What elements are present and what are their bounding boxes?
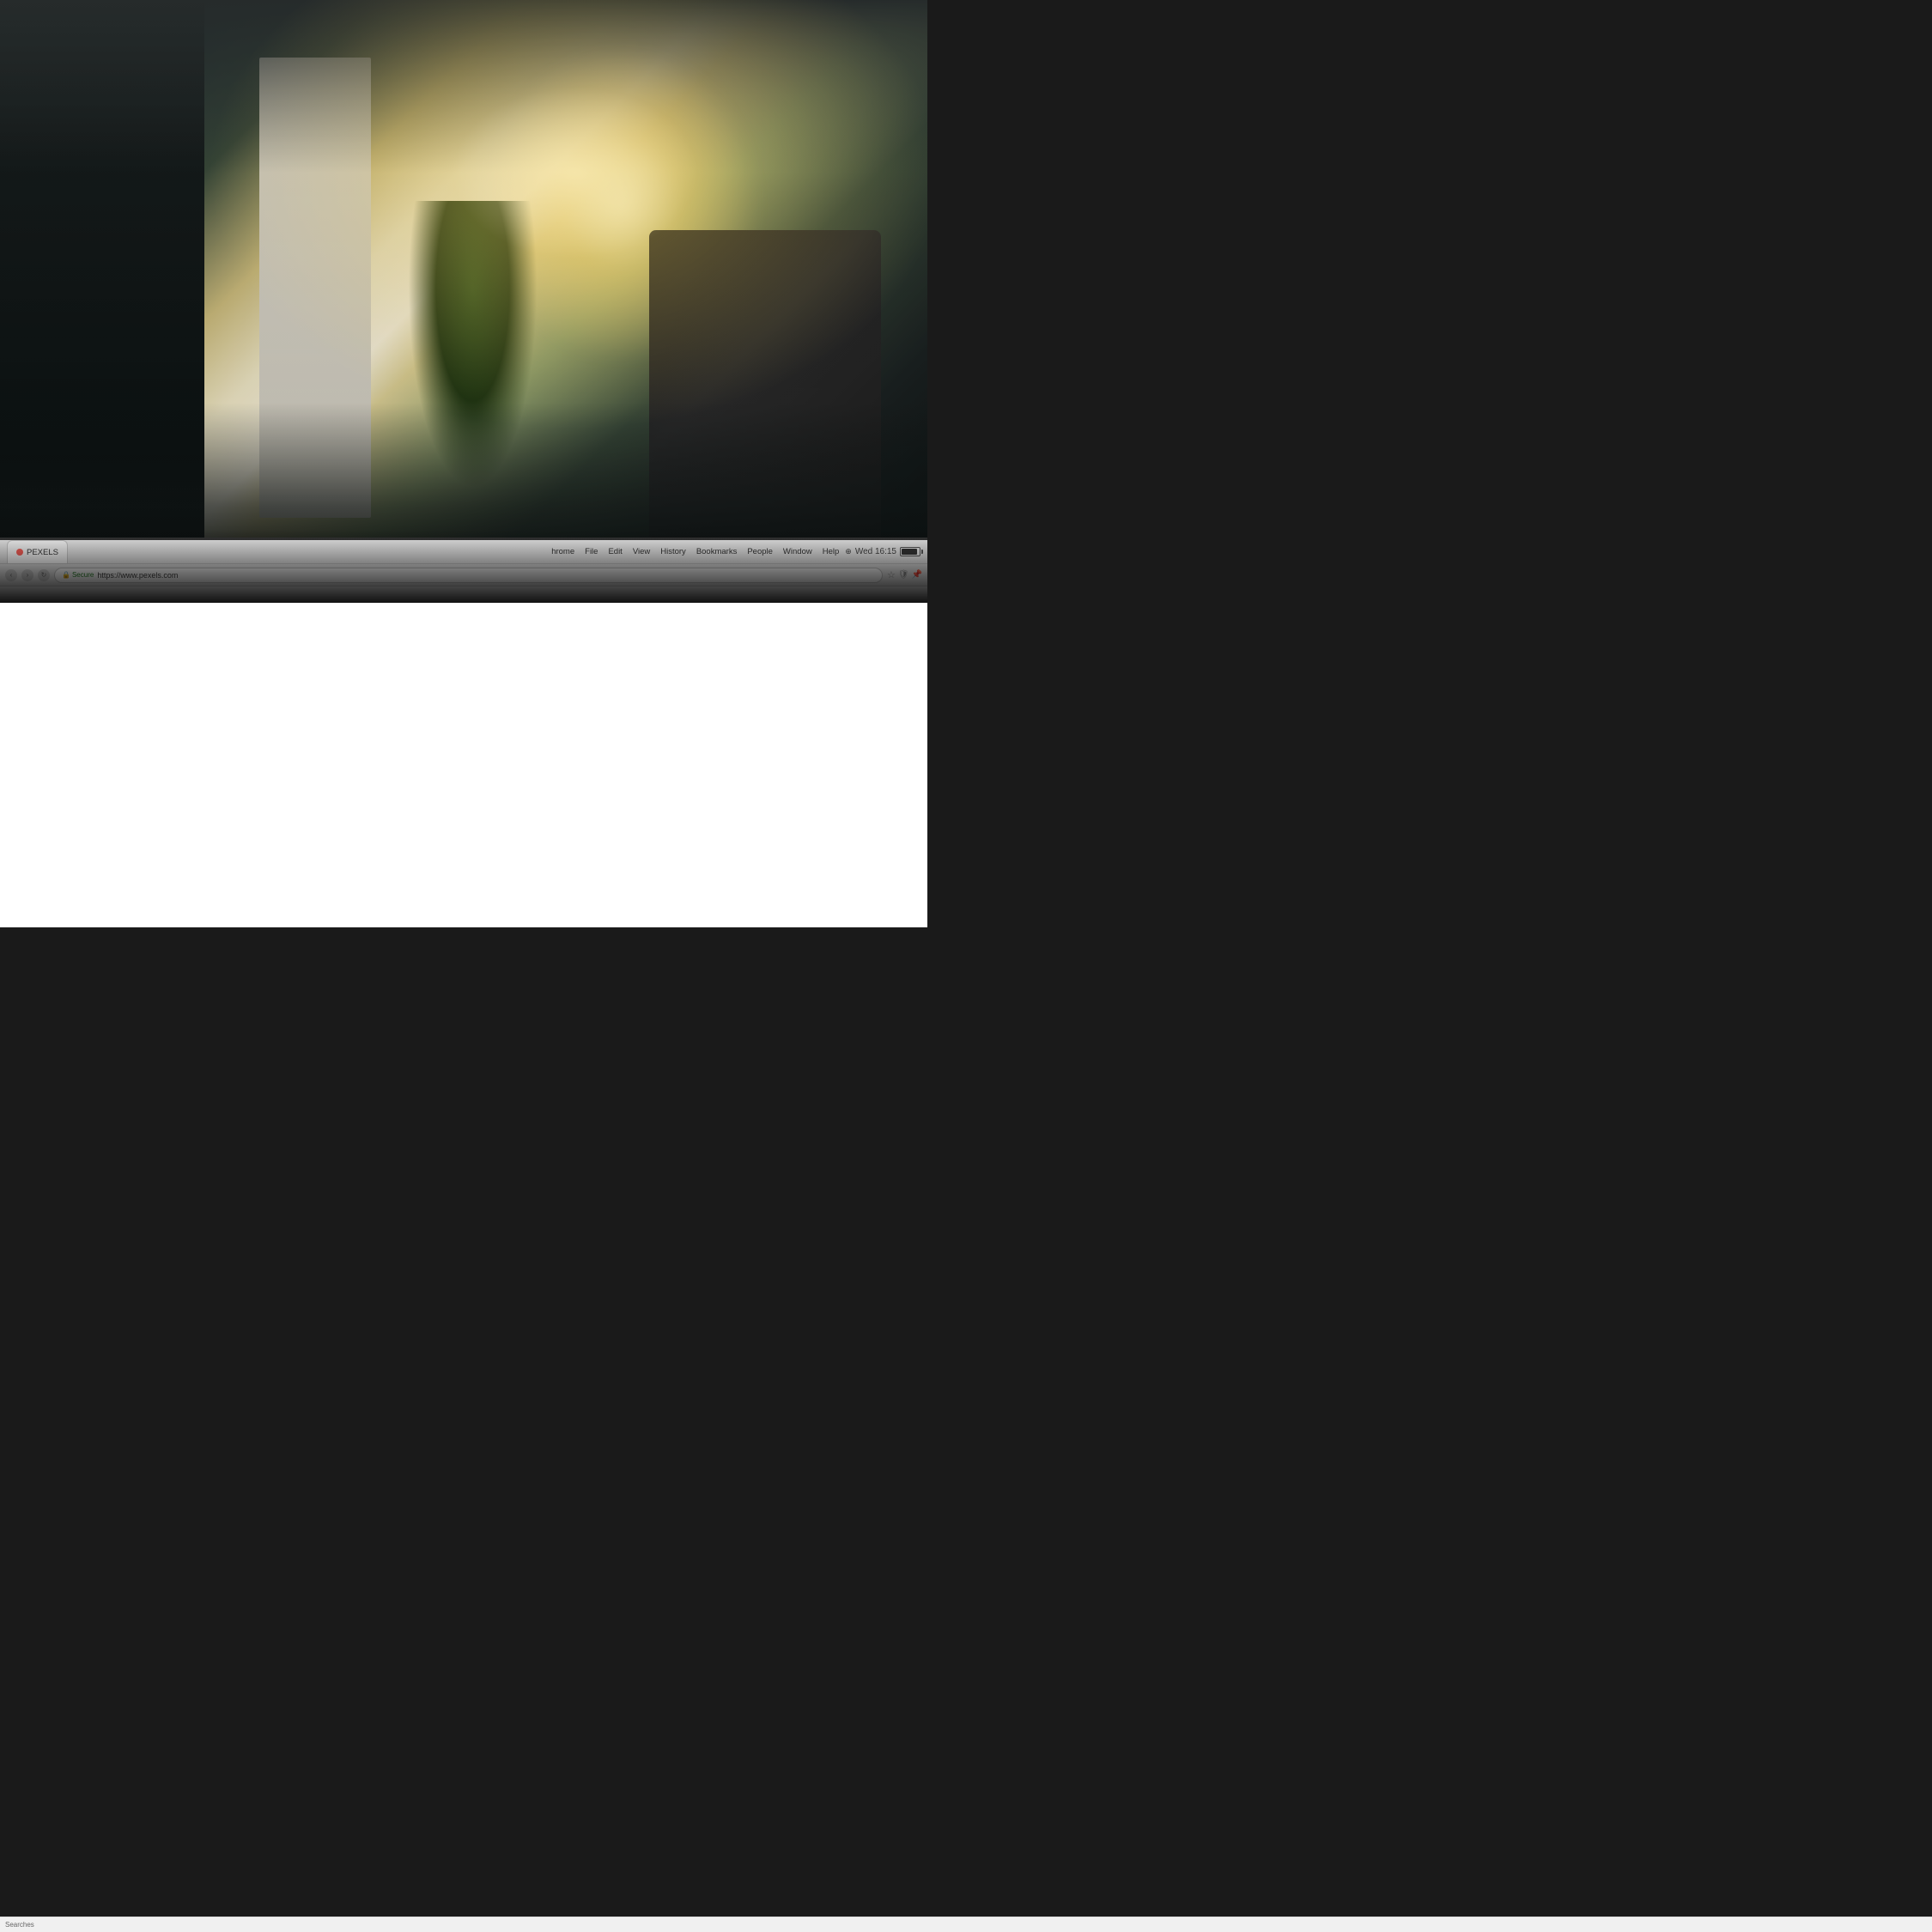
status-bar: Searches — [0, 1917, 1932, 1932]
office-left-shadow — [0, 0, 204, 575]
office-plant — [408, 201, 538, 489]
blend-overlay — [0, 529, 927, 603]
office-chair — [649, 230, 881, 546]
office-ceiling — [0, 0, 927, 173]
office-window-glow — [483, 46, 761, 362]
status-text: Searches — [5, 1921, 34, 1929]
office-background — [0, 0, 927, 575]
